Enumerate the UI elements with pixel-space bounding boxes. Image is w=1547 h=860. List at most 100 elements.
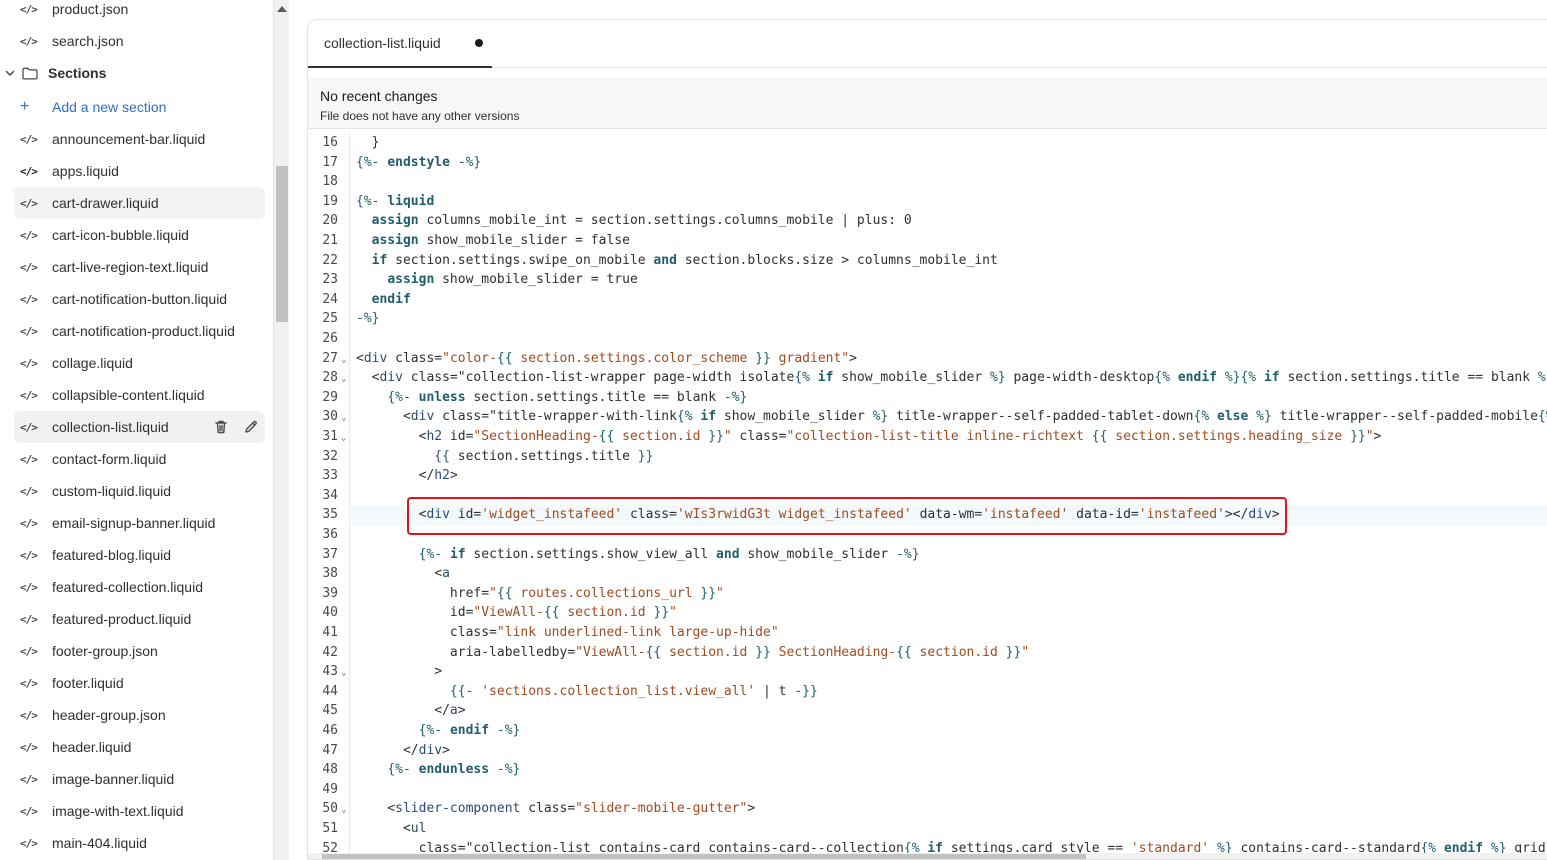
file-item[interactable]: </> email-signup-banner.liquid [14,507,265,539]
file-item[interactable]: </> collage.liquid [14,347,265,379]
file-item[interactable]: </> header.liquid [14,731,265,763]
file-item[interactable]: </> image-with-text.liquid [14,795,265,827]
file-item[interactable]: </> custom-liquid.liquid [14,475,265,507]
code-line[interactable]: <a [356,564,450,584]
line-number: 25 [322,311,338,327]
code-file-icon: </> [20,612,38,626]
code-line[interactable]: <slider-component class="slider-mobile-g… [356,799,755,819]
file-item[interactable]: </> featured-blog.liquid [14,539,265,571]
sidebar-scrollbar-thumb[interactable] [276,166,288,322]
banner-subtitle: File does not have any other versions [320,109,520,123]
fold-chevron-icon[interactable]: ⌄ [341,368,346,388]
line-number: 50 [322,801,338,817]
fold-chevron-icon[interactable]: ⌄ [341,799,346,819]
file-tree-sidebar: </> product.json </> search.json Sections + Ad… [0,0,273,860]
file-item-label: footer.liquid [52,675,124,691]
code-line[interactable]: {%- endstyle -%} [356,153,481,173]
line-number: 38 [322,566,338,582]
code-line[interactable]: endif [356,290,411,310]
add-section-link[interactable]: + Add a new section [14,91,265,123]
file-item[interactable]: </> cart-icon-bubble.liquid [14,219,265,251]
code-file-icon: </> [20,388,38,402]
code-area[interactable]: 16 17 18 19 20 21 22 23 24 25 26 27 ⌄ 28 ⌄ 29 30 ⌄ 31 ⌄ 32 33… [308,133,1547,856]
file-item[interactable]: </> cart-notification-button.liquid [14,283,265,315]
code-line[interactable]: {%- liquid [356,192,434,212]
horizontal-scrollbar-thumb[interactable] [322,854,1086,859]
code-line[interactable]: </a> [356,701,465,721]
file-item[interactable]: </> cart-notification-product.liquid [14,315,265,347]
code-line[interactable]: href="{{ routes.collections_url }}" [356,584,724,604]
file-item[interactable]: </> collection-list.liquid [14,411,265,443]
code-line[interactable]: <div class="collection-list-wrapper page… [356,368,1547,388]
code-line[interactable]: aria-labelledby="ViewAll-{{ section.id }… [356,643,1029,663]
code-line[interactable]: {%- endif -%} [356,721,521,741]
code-line[interactable]: -%} [356,309,379,329]
file-item[interactable]: </> collapsible-content.liquid [14,379,265,411]
code-line[interactable]: assign show_mobile_slider = false [356,231,630,251]
file-item-label: cart-live-region-text.liquid [52,259,209,275]
code-line[interactable]: if section.settings.swipe_on_mobile and … [356,251,998,271]
fold-chevron-icon[interactable]: ⌄ [341,427,346,447]
code-line[interactable]: {%- unless section.settings.title == bla… [356,388,747,408]
code-line[interactable]: assign columns_mobile_int = section.sett… [356,211,912,231]
file-item[interactable]: </> announcement-bar.liquid [14,123,265,155]
file-item[interactable]: </> featured-product.liquid [14,603,265,635]
code-file-icon: </> [20,356,38,370]
code-line[interactable]: <h2 id="SectionHeading-{{ section.id }}"… [356,427,1382,447]
code-line[interactable]: id="ViewAll-{{ section.id }}" [356,603,677,623]
banner-title: No recent changes [320,88,438,104]
scroll-up-arrow-icon[interactable] [277,6,287,12]
fold-chevron-icon[interactable]: ⌄ [341,349,346,369]
tab-collection-list[interactable]: collection-list.liquid [308,20,492,68]
code-line[interactable]: class="link underlined-link large-up-hid… [356,623,779,643]
file-item[interactable]: </> search.json [14,25,265,57]
code-line[interactable]: } [356,133,380,153]
code-line[interactable]: {%- endunless -%} [356,760,520,780]
code-line[interactable]: <div class="title-wrapper-with-link{% if… [356,407,1547,427]
code-line[interactable]: assign show_mobile_slider = true [356,270,637,290]
file-item[interactable]: </> footer.liquid [14,667,265,699]
file-item-label: main-404.liquid [52,835,147,851]
editor-tab-bar: collection-list.liquid [308,20,1547,68]
file-item[interactable]: </> cart-drawer.liquid [14,187,265,219]
file-item-label: contact-form.liquid [52,451,167,467]
horizontal-scrollbar[interactable] [308,853,1547,859]
file-item[interactable]: </> contact-form.liquid [14,443,265,475]
file-item[interactable]: </> product.json [14,0,265,25]
line-number: 30 [322,409,338,425]
chevron-down-icon[interactable] [4,67,16,79]
file-item[interactable]: </> apps.liquid [14,155,265,187]
fold-chevron-icon[interactable]: ⌄ [341,407,346,427]
code-line[interactable]: {%- if section.settings.show_view_all an… [356,545,920,565]
file-item-label: featured-collection.liquid [52,579,203,595]
file-item[interactable]: </> header-group.json [14,699,265,731]
code-line[interactable]: </h2> [356,466,458,486]
fold-chevron-icon[interactable]: ⌄ [341,662,346,682]
line-number-gutter: 16 17 18 19 20 21 22 23 24 25 26 27 ⌄ 28 ⌄ 29 30 ⌄ 31 ⌄ 32 33… [308,133,350,856]
file-item-label: image-with-text.liquid [52,803,184,819]
file-item-label: header.liquid [52,739,132,755]
pencil-icon[interactable] [243,419,259,435]
code-line[interactable]: <ul [356,819,427,839]
file-item[interactable]: </> image-banner.liquid [14,763,265,795]
code-file-icon: </> [20,132,38,146]
code-line[interactable]: > [356,662,442,682]
sections-folder[interactable]: Sections [0,57,265,89]
file-item[interactable]: </> footer-group.json [14,635,265,667]
file-item[interactable]: </> cart-live-region-text.liquid [14,251,265,283]
code-line[interactable]: </div> [356,741,450,761]
file-item[interactable]: </> main-404.liquid [14,827,265,859]
file-item-label: cart-icon-bubble.liquid [52,227,189,243]
code-line[interactable]: {{- 'sections.collection_list.view_all' … [356,682,818,702]
file-item-label: product.json [52,1,129,17]
sidebar-scrollbar[interactable] [273,0,289,860]
file-item[interactable]: </> featured-collection.liquid [14,571,265,603]
file-item-label: footer-group.json [52,643,158,659]
line-number: 48 [322,762,338,778]
code-file-icon: </> [20,772,38,786]
file-item-label: header-group.json [52,707,166,723]
code-line[interactable]: <div class="color-{{ section.settings.co… [356,349,857,369]
line-number: 19 [322,193,338,209]
code-line[interactable]: {{ section.settings.title }} [356,447,653,467]
trash-icon[interactable] [213,419,229,435]
